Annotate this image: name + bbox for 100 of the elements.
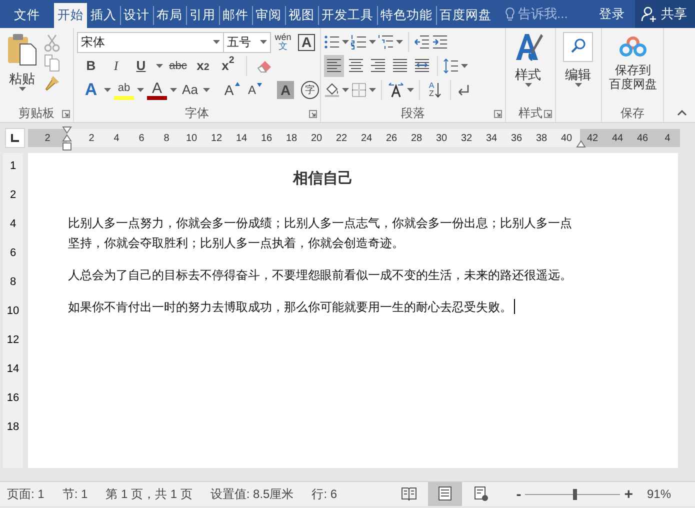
ruler-number: 8 [10, 275, 16, 289]
format-painter-icon[interactable] [44, 74, 60, 92]
shrink-font-button[interactable]: A [245, 79, 265, 101]
decrease-indent-icon[interactable] [414, 34, 430, 50]
ruler-number: 28 [410, 132, 424, 146]
ruler-number: 2 [44, 132, 52, 146]
dialog-launcher-icon[interactable] [544, 110, 552, 118]
highlight-button[interactable]: ab [114, 80, 134, 100]
tab-selector-button[interactable] [5, 128, 25, 148]
save-to-cloud-button[interactable]: 保存到 百度网盘 [605, 30, 661, 104]
up-triangle-icon [234, 82, 240, 86]
ribbon-tab[interactable]: 文件 [0, 3, 54, 28]
subscript-button[interactable]: x$_{2}$ [193, 55, 213, 77]
text-effects-button[interactable]: A [81, 79, 101, 101]
zoom-out-button[interactable]: - [512, 486, 526, 502]
ribbon-tab[interactable]: 审阅 [252, 3, 285, 28]
caret-icon [137, 88, 144, 92]
paragraph: 如果你不肯付出一时的努力去博取成功，那么你可能就要用一生的耐心去忍受失败。 [68, 298, 512, 316]
ruler-number: 40 [560, 132, 574, 146]
status-text: 第 1 页，共 1 页 [106, 486, 192, 503]
zoom-in-button[interactable]: + [620, 486, 637, 502]
multilevel-list-icon[interactable] [378, 34, 394, 50]
ruler-number: 8 [162, 132, 170, 146]
strike-button[interactable]: abc [168, 55, 188, 77]
caret-icon [104, 88, 111, 92]
sign-in-link[interactable]: 登录 [589, 0, 635, 28]
caret-icon [396, 40, 403, 44]
text-cursor [514, 299, 515, 314]
group-label: 样式 [518, 105, 542, 122]
phonetic-guide-button[interactable]: wén 文 [273, 30, 293, 54]
right-indent-marker-icon[interactable] [576, 140, 586, 148]
ribbon-tab[interactable]: 开始 [54, 3, 87, 28]
status-text: 设置值: 8.5厘米 [210, 486, 294, 503]
left-tab-icon [10, 133, 20, 143]
zoom-slider-thumb[interactable] [572, 488, 577, 500]
paste-button[interactable]: 粘贴 [3, 30, 41, 104]
ruler-number: 38 [534, 132, 548, 146]
caret-icon [524, 82, 532, 87]
dialog-launcher-icon[interactable] [62, 110, 70, 118]
web-page-icon [473, 486, 490, 502]
paint-bucket-icon[interactable] [324, 82, 340, 98]
dialog-launcher-icon[interactable] [494, 110, 502, 118]
asian-layout-icon[interactable] [387, 82, 405, 98]
ribbon-tab[interactable]: 设计 [120, 3, 153, 28]
superscript-button[interactable]: x$^{2}$ [218, 55, 238, 77]
caret-icon [203, 88, 210, 92]
down-triangle-icon [257, 83, 262, 87]
increase-indent-icon[interactable] [432, 34, 448, 50]
underline-button[interactable]: U [131, 55, 151, 77]
ribbon-tab[interactable]: 百度网盘 [436, 3, 495, 28]
font-size-field[interactable]: 五号 [223, 32, 271, 52]
numbered-list-icon[interactable] [351, 34, 367, 50]
font-name-field[interactable]: 宋体 [77, 32, 224, 52]
italic-button[interactable]: I [106, 55, 126, 77]
paragraph-mark-icon[interactable] [456, 83, 470, 97]
line-spacing-icon[interactable] [443, 58, 459, 74]
share-button[interactable]: 共享 [635, 0, 695, 28]
ribbon-tab[interactable]: 布局 [153, 3, 186, 28]
tell-me-field[interactable]: 告诉我... [518, 4, 578, 24]
styles-button[interactable]: 样式 [509, 30, 547, 104]
ruler-number: 12 [210, 132, 224, 146]
ruler-number: 22 [334, 132, 348, 146]
borders-icon[interactable] [351, 82, 367, 98]
ruler-number: 16 [260, 132, 274, 146]
bullets-icon[interactable] [324, 34, 340, 50]
paragraph: 人总会为了自己的目标去不停得奋斗，不要埋怨眼前看似一成不变的生活，未来的路还很遥远。 [68, 266, 573, 284]
caret-icon [574, 82, 582, 87]
ruler-number: 46 [636, 132, 650, 146]
dialog-launcher-icon[interactable] [309, 110, 317, 118]
collapse-ribbon-icon[interactable] [677, 110, 687, 116]
ribbon-tab[interactable]: 视图 [285, 3, 318, 28]
character-border-button[interactable]: A [298, 34, 315, 50]
ruler-number: 44 [610, 132, 624, 146]
ruler-number: 18 [284, 132, 298, 146]
lightbulb-icon [505, 7, 515, 21]
grow-font-button[interactable]: A [222, 79, 242, 101]
caret-icon [213, 40, 220, 44]
print-view-button[interactable] [428, 482, 462, 506]
ruler-number: 12 [6, 333, 20, 347]
clipboard-icon [7, 32, 37, 66]
character-shading-button[interactable]: A [277, 81, 294, 99]
sort-button[interactable]: A Z [425, 79, 445, 101]
zoom-percent: 91% [646, 486, 671, 503]
font-color-button[interactable]: A [147, 80, 167, 100]
ruler-number: 2 [10, 188, 16, 202]
ribbon-tab[interactable]: 引用 [186, 3, 219, 28]
ruler-number: 2 [88, 132, 96, 146]
align-left-button[interactable] [324, 55, 344, 77]
ruler-number: 36 [510, 132, 524, 146]
editing-button[interactable]: 编辑 [559, 30, 597, 104]
ribbon-tab[interactable]: 邮件 [219, 3, 252, 28]
caret-icon [342, 40, 349, 44]
status-text: 节: 1 [62, 486, 88, 503]
enclose-characters-button[interactable]: 字 [301, 81, 319, 99]
change-case-button[interactable]: Aa [180, 79, 200, 101]
ribbon-tab[interactable]: 开发工具 [318, 3, 377, 28]
bold-button[interactable]: B [81, 55, 101, 77]
ribbon-tab[interactable]: 插入 [87, 3, 120, 28]
ribbon-tab[interactable]: 特色功能 [377, 3, 436, 28]
ruler-number: 18 [6, 420, 20, 434]
